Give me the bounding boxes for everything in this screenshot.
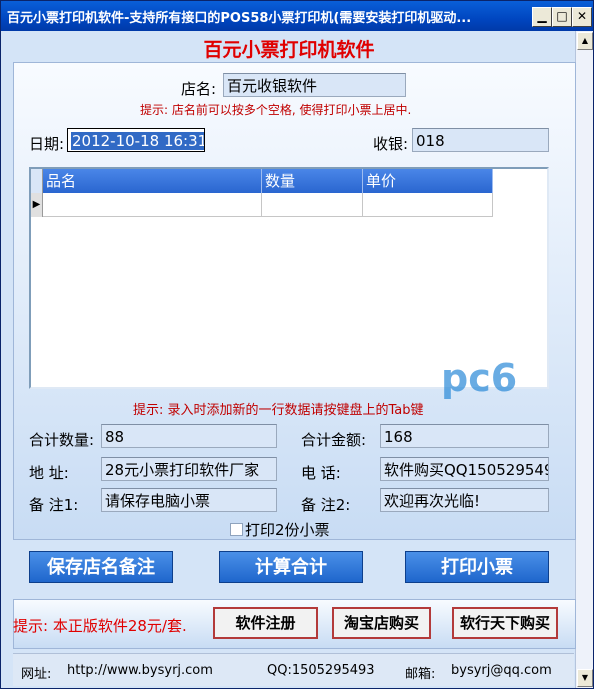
print-two-checkbox[interactable] bbox=[230, 523, 243, 536]
address-input[interactable]: 28元小票打印软件厂家 bbox=[101, 457, 277, 481]
grid-corner bbox=[31, 169, 43, 193]
note2-label: 备 注2: bbox=[301, 496, 351, 514]
print-two-label: 打印2份小票 bbox=[245, 521, 330, 539]
scroll-down-arrow-icon[interactable]: ▼ bbox=[577, 669, 593, 687]
close-button[interactable]: ✕ bbox=[572, 7, 592, 27]
phone-label: 电 话: bbox=[301, 464, 341, 482]
date-input[interactable]: 2012-10-18 16:31 bbox=[67, 128, 205, 152]
note2-input[interactable]: 欢迎再次光临! bbox=[380, 488, 549, 512]
website-link[interactable]: http://www.bysyrj.com bbox=[67, 663, 213, 678]
store-name-input[interactable]: 百元收银软件 bbox=[223, 73, 406, 97]
phone-input[interactable]: 软件购买QQ1505295493 bbox=[380, 457, 549, 481]
cashier-label: 收银: bbox=[373, 135, 409, 153]
pc6-watermark-logo: pc6 bbox=[441, 356, 518, 400]
store-name-hint: 提示: 店名前可以按多个空格, 使得打印小票上居中. bbox=[140, 103, 412, 117]
grid-header-price[interactable]: 单价 bbox=[363, 169, 493, 193]
promo-text: 提示: 本正版软件28元/套. bbox=[13, 617, 187, 635]
print-receipt-button[interactable]: 打印小票 bbox=[405, 551, 549, 583]
row-indicator-icon: ▶ bbox=[31, 193, 43, 217]
grid-cell-name[interactable] bbox=[43, 193, 262, 217]
grid-hint: 提示: 录入时添加新的一行数据请按键盘上的Tab键 bbox=[133, 403, 424, 418]
rjtx-buy-button[interactable]: 软行天下购买 bbox=[452, 607, 558, 639]
save-store-notes-button[interactable]: 保存店名备注 bbox=[29, 551, 173, 583]
calculate-total-button[interactable]: 计算合计 bbox=[219, 551, 363, 583]
grid-header-qty[interactable]: 数量 bbox=[262, 169, 363, 193]
total-amount-input[interactable]: 168 bbox=[380, 424, 549, 448]
total-qty-label: 合计数量: bbox=[29, 431, 95, 449]
qq-text: QQ:1505295493 bbox=[267, 663, 375, 678]
email-text: bysyrj@qq.com bbox=[451, 663, 552, 678]
note1-input[interactable]: 请保存电脑小票 bbox=[101, 488, 277, 512]
website-label: 网址: bbox=[21, 667, 52, 682]
app-heading: 百元小票打印机软件 bbox=[203, 39, 375, 61]
note1-label: 备 注1: bbox=[29, 496, 79, 514]
title-bar[interactable]: 百元小票打印机软件-支持所有接口的POS58小票打印机(需要安装打印机驱动...… bbox=[1, 1, 593, 31]
taobao-buy-button[interactable]: 淘宝店购买 bbox=[332, 607, 431, 639]
maximize-button[interactable]: □ bbox=[552, 7, 572, 27]
scroll-up-arrow-icon[interactable]: ▲ bbox=[577, 32, 593, 50]
vertical-scrollbar[interactable]: ▲ ▼ bbox=[575, 31, 593, 688]
cashier-input[interactable]: 018 bbox=[412, 128, 549, 152]
total-qty-input[interactable]: 88 bbox=[101, 424, 277, 448]
email-label: 邮箱: bbox=[405, 667, 436, 682]
store-name-label: 店名: bbox=[181, 80, 217, 98]
grid-header-name[interactable]: 品名 bbox=[43, 169, 262, 193]
window-title: 百元小票打印机软件-支持所有接口的POS58小票打印机(需要安装打印机驱动... bbox=[7, 11, 472, 26]
minimize-button[interactable]: ▁ bbox=[532, 7, 552, 27]
total-amount-label: 合计金额: bbox=[301, 431, 367, 449]
grid-cell-price[interactable] bbox=[363, 193, 493, 217]
address-label: 地 址: bbox=[29, 464, 69, 482]
date-value: 2012-10-18 16:31 bbox=[71, 132, 204, 150]
grid-cell-qty[interactable] bbox=[262, 193, 363, 217]
app-window: 百元小票打印机软件-支持所有接口的POS58小票打印机(需要安装打印机驱动...… bbox=[0, 0, 594, 689]
date-label: 日期: bbox=[29, 135, 65, 153]
register-button[interactable]: 软件注册 bbox=[213, 607, 318, 639]
